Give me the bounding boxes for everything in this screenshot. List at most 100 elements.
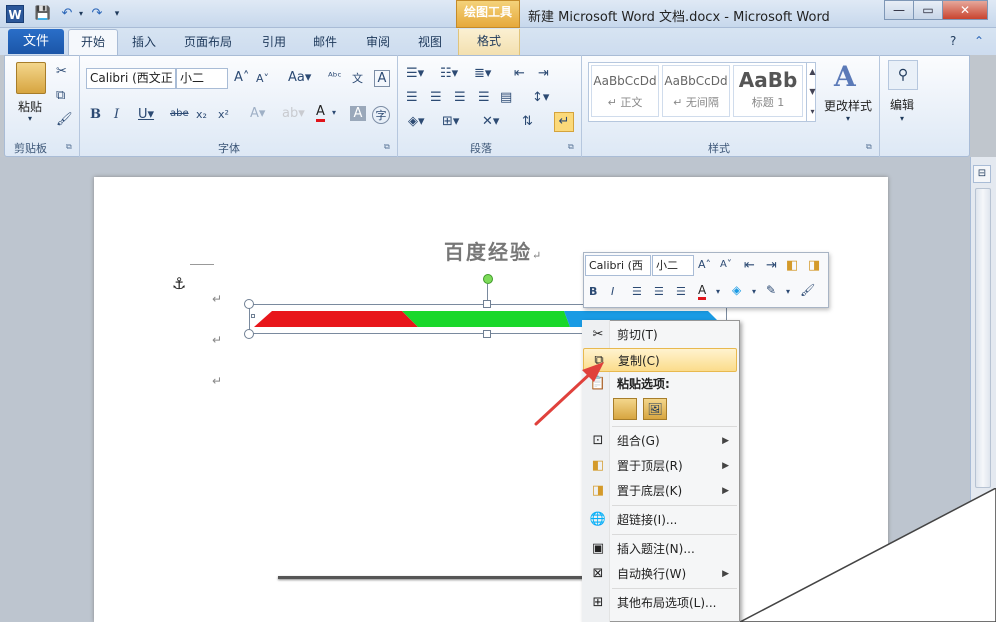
decrease-indent-icon[interactable]: ⇤ (514, 66, 525, 81)
tab-page-layout[interactable]: 页面布局 (184, 33, 232, 50)
change-styles-dropdown-icon[interactable]: ▾ (846, 114, 850, 123)
paste-keep-format-icon[interactable] (613, 398, 637, 420)
menu-item-insert-caption[interactable]: ▣ 插入题注(N)... (583, 537, 737, 561)
show-marks-icon[interactable]: ↵ (554, 112, 574, 132)
character-shading-icon[interactable]: A (350, 106, 366, 121)
distributed-icon[interactable]: ▤ (500, 90, 512, 105)
resize-handle-left[interactable] (251, 314, 255, 318)
tab-view[interactable]: 视图 (418, 33, 442, 50)
sort-icon[interactable]: ⇅ (522, 114, 533, 129)
close-button[interactable]: ✕ (942, 0, 988, 20)
character-border-icon[interactable]: A (374, 70, 390, 87)
save-icon[interactable]: 💾 (34, 4, 52, 24)
mini-align-center-icon[interactable]: ☰ (654, 285, 664, 298)
grow-font-icon[interactable]: A˄ (234, 70, 249, 85)
align-center-icon[interactable]: ☰ (430, 90, 442, 105)
menu-item-cut[interactable]: ✂ 剪切(T) (583, 323, 737, 347)
font-color-dropdown-icon[interactable]: ▾ (332, 108, 336, 117)
document-line-shape[interactable] (278, 576, 598, 579)
styles-launcher-icon[interactable]: ⧉ (866, 142, 872, 152)
editing-dropdown-icon[interactable]: ▾ (900, 114, 904, 123)
borders-icon[interactable]: ⊞▾ (442, 114, 459, 129)
align-left-icon[interactable]: ☰ (406, 90, 418, 105)
menu-item-wrap-text[interactable]: ⊠ 自动换行(W) ▶ (583, 562, 737, 586)
superscript-icon[interactable]: x² (218, 108, 229, 121)
undo-icon[interactable]: ↶ (58, 4, 76, 24)
paste-as-picture-icon[interactable]: 🖼 (643, 398, 667, 420)
clear-formatting-icon[interactable]: ᴬᵇᶜ (328, 70, 342, 83)
tab-review[interactable]: 审阅 (366, 33, 390, 50)
resize-handle-bottom[interactable] (483, 330, 491, 338)
mini-align-left-icon[interactable]: ☰ (632, 285, 642, 298)
mini-font-name-combo[interactable]: Calibri (西 (585, 255, 651, 276)
change-styles-icon[interactable]: A (834, 60, 856, 93)
style-normal[interactable]: AaBbCcDd ↵ 正文 (591, 65, 659, 117)
mini-align-right-icon[interactable]: ☰ (676, 285, 686, 298)
mini-send-backward-icon[interactable]: ◨ (808, 258, 820, 273)
tab-insert[interactable]: 插入 (132, 33, 156, 50)
help-icon[interactable]: ? (950, 34, 956, 48)
editing-button[interactable]: 编辑 (890, 96, 914, 113)
font-launcher-icon[interactable]: ⧉ (384, 142, 390, 152)
mini-font-color-dropdown-icon[interactable]: ▾ (716, 287, 720, 296)
menu-item-hyperlink[interactable]: 🌐 超链接(I)... (583, 508, 737, 532)
bold-icon[interactable]: B (90, 107, 101, 122)
resize-handle-bottom-left[interactable] (244, 329, 254, 339)
mini-bring-forward-icon[interactable]: ◧ (786, 258, 798, 273)
anchor-icon[interactable]: ⚓ (172, 274, 186, 293)
multilevel-list-icon[interactable]: ≣▾ (474, 66, 491, 81)
style-no-spacing[interactable]: AaBbCcDd ↵ 无间隔 (662, 65, 730, 117)
redo-icon[interactable]: ↷ (88, 4, 106, 24)
font-color-icon[interactable]: A (316, 104, 325, 122)
increase-indent-icon[interactable]: ⇥ (538, 66, 549, 81)
mini-fill-color-icon[interactable]: ◈ (732, 283, 741, 297)
change-styles-button[interactable]: 更改样式 (824, 97, 872, 114)
paragraph-launcher-icon[interactable]: ⧉ (568, 142, 574, 152)
style-gallery-scroll[interactable]: ▲ ▼ ▾ (806, 62, 818, 122)
menu-item-bring-to-front[interactable]: ◧ 置于顶层(R) ▶ (583, 454, 737, 478)
style-heading-1[interactable]: AaBb 标题 1 (733, 65, 803, 117)
maximize-button[interactable]: ▭ (913, 0, 943, 20)
shrink-font-icon[interactable]: A˅ (256, 72, 269, 85)
mini-font-color-icon[interactable]: A (698, 283, 707, 300)
bullets-icon[interactable]: ☰▾ (406, 66, 424, 81)
tab-file[interactable]: 文件 (8, 29, 64, 54)
underline-icon[interactable]: U▾ (138, 107, 154, 122)
ruler-toggle-icon[interactable]: ⊟ (973, 165, 991, 183)
document-heading[interactable]: 百度经验↵ (444, 236, 543, 265)
font-size-combo[interactable]: 小二 (176, 68, 228, 89)
tab-mailings[interactable]: 邮件 (313, 33, 337, 50)
menu-item-more-layout-options[interactable]: ⊞ 其他布局选项(L)... (583, 591, 737, 615)
highlight-icon[interactable]: ab▾ (282, 106, 305, 121)
undo-dropdown-icon[interactable]: ▾ (76, 4, 86, 24)
mini-decrease-indent-icon[interactable]: ⇤ (744, 258, 755, 273)
enclose-characters-icon[interactable]: 字 (372, 106, 390, 124)
mini-fill-dropdown-icon[interactable]: ▾ (752, 287, 756, 296)
copy-icon[interactable]: ⧉ (56, 88, 65, 103)
binoculars-icon[interactable]: ⚲ (888, 60, 918, 90)
mini-increase-indent-icon[interactable]: ⇥ (766, 258, 777, 273)
clipboard-launcher-icon[interactable]: ⧉ (66, 142, 72, 152)
italic-icon[interactable]: I (114, 107, 119, 122)
tab-format[interactable]: 格式 (458, 29, 520, 55)
rotate-handle[interactable] (483, 274, 493, 284)
phonetic-guide-icon[interactable]: 文 (352, 70, 363, 86)
mini-bold-icon[interactable]: B (589, 285, 597, 298)
format-painter-icon[interactable]: 🖌 (56, 112, 73, 127)
mini-grow-font-icon[interactable]: A˄ (698, 258, 711, 271)
mini-shrink-font-icon[interactable]: A˅ (720, 259, 732, 270)
mini-outline-color-icon[interactable]: ✎ (766, 283, 776, 297)
align-right-icon[interactable]: ☰ (454, 90, 466, 105)
subscript-icon[interactable]: x₂ (196, 108, 207, 121)
paste-button-label[interactable]: 粘贴 (18, 98, 42, 115)
text-effects-icon[interactable]: A▾ (250, 106, 265, 121)
word-app-icon[interactable]: W (6, 5, 24, 23)
customize-qat-icon[interactable]: ▾ (110, 4, 124, 24)
resize-handle-top[interactable] (483, 300, 491, 308)
scrollbar-thumb[interactable] (975, 188, 991, 488)
resize-handle-top-left[interactable] (244, 299, 254, 309)
line-spacing-icon[interactable]: ↕▾ (532, 90, 549, 105)
font-name-combo[interactable]: Calibri (西文正 (86, 68, 176, 89)
shading-icon[interactable]: ◈▾ (408, 114, 425, 129)
menu-item-send-to-back[interactable]: ◨ 置于底层(K) ▶ (583, 479, 737, 503)
